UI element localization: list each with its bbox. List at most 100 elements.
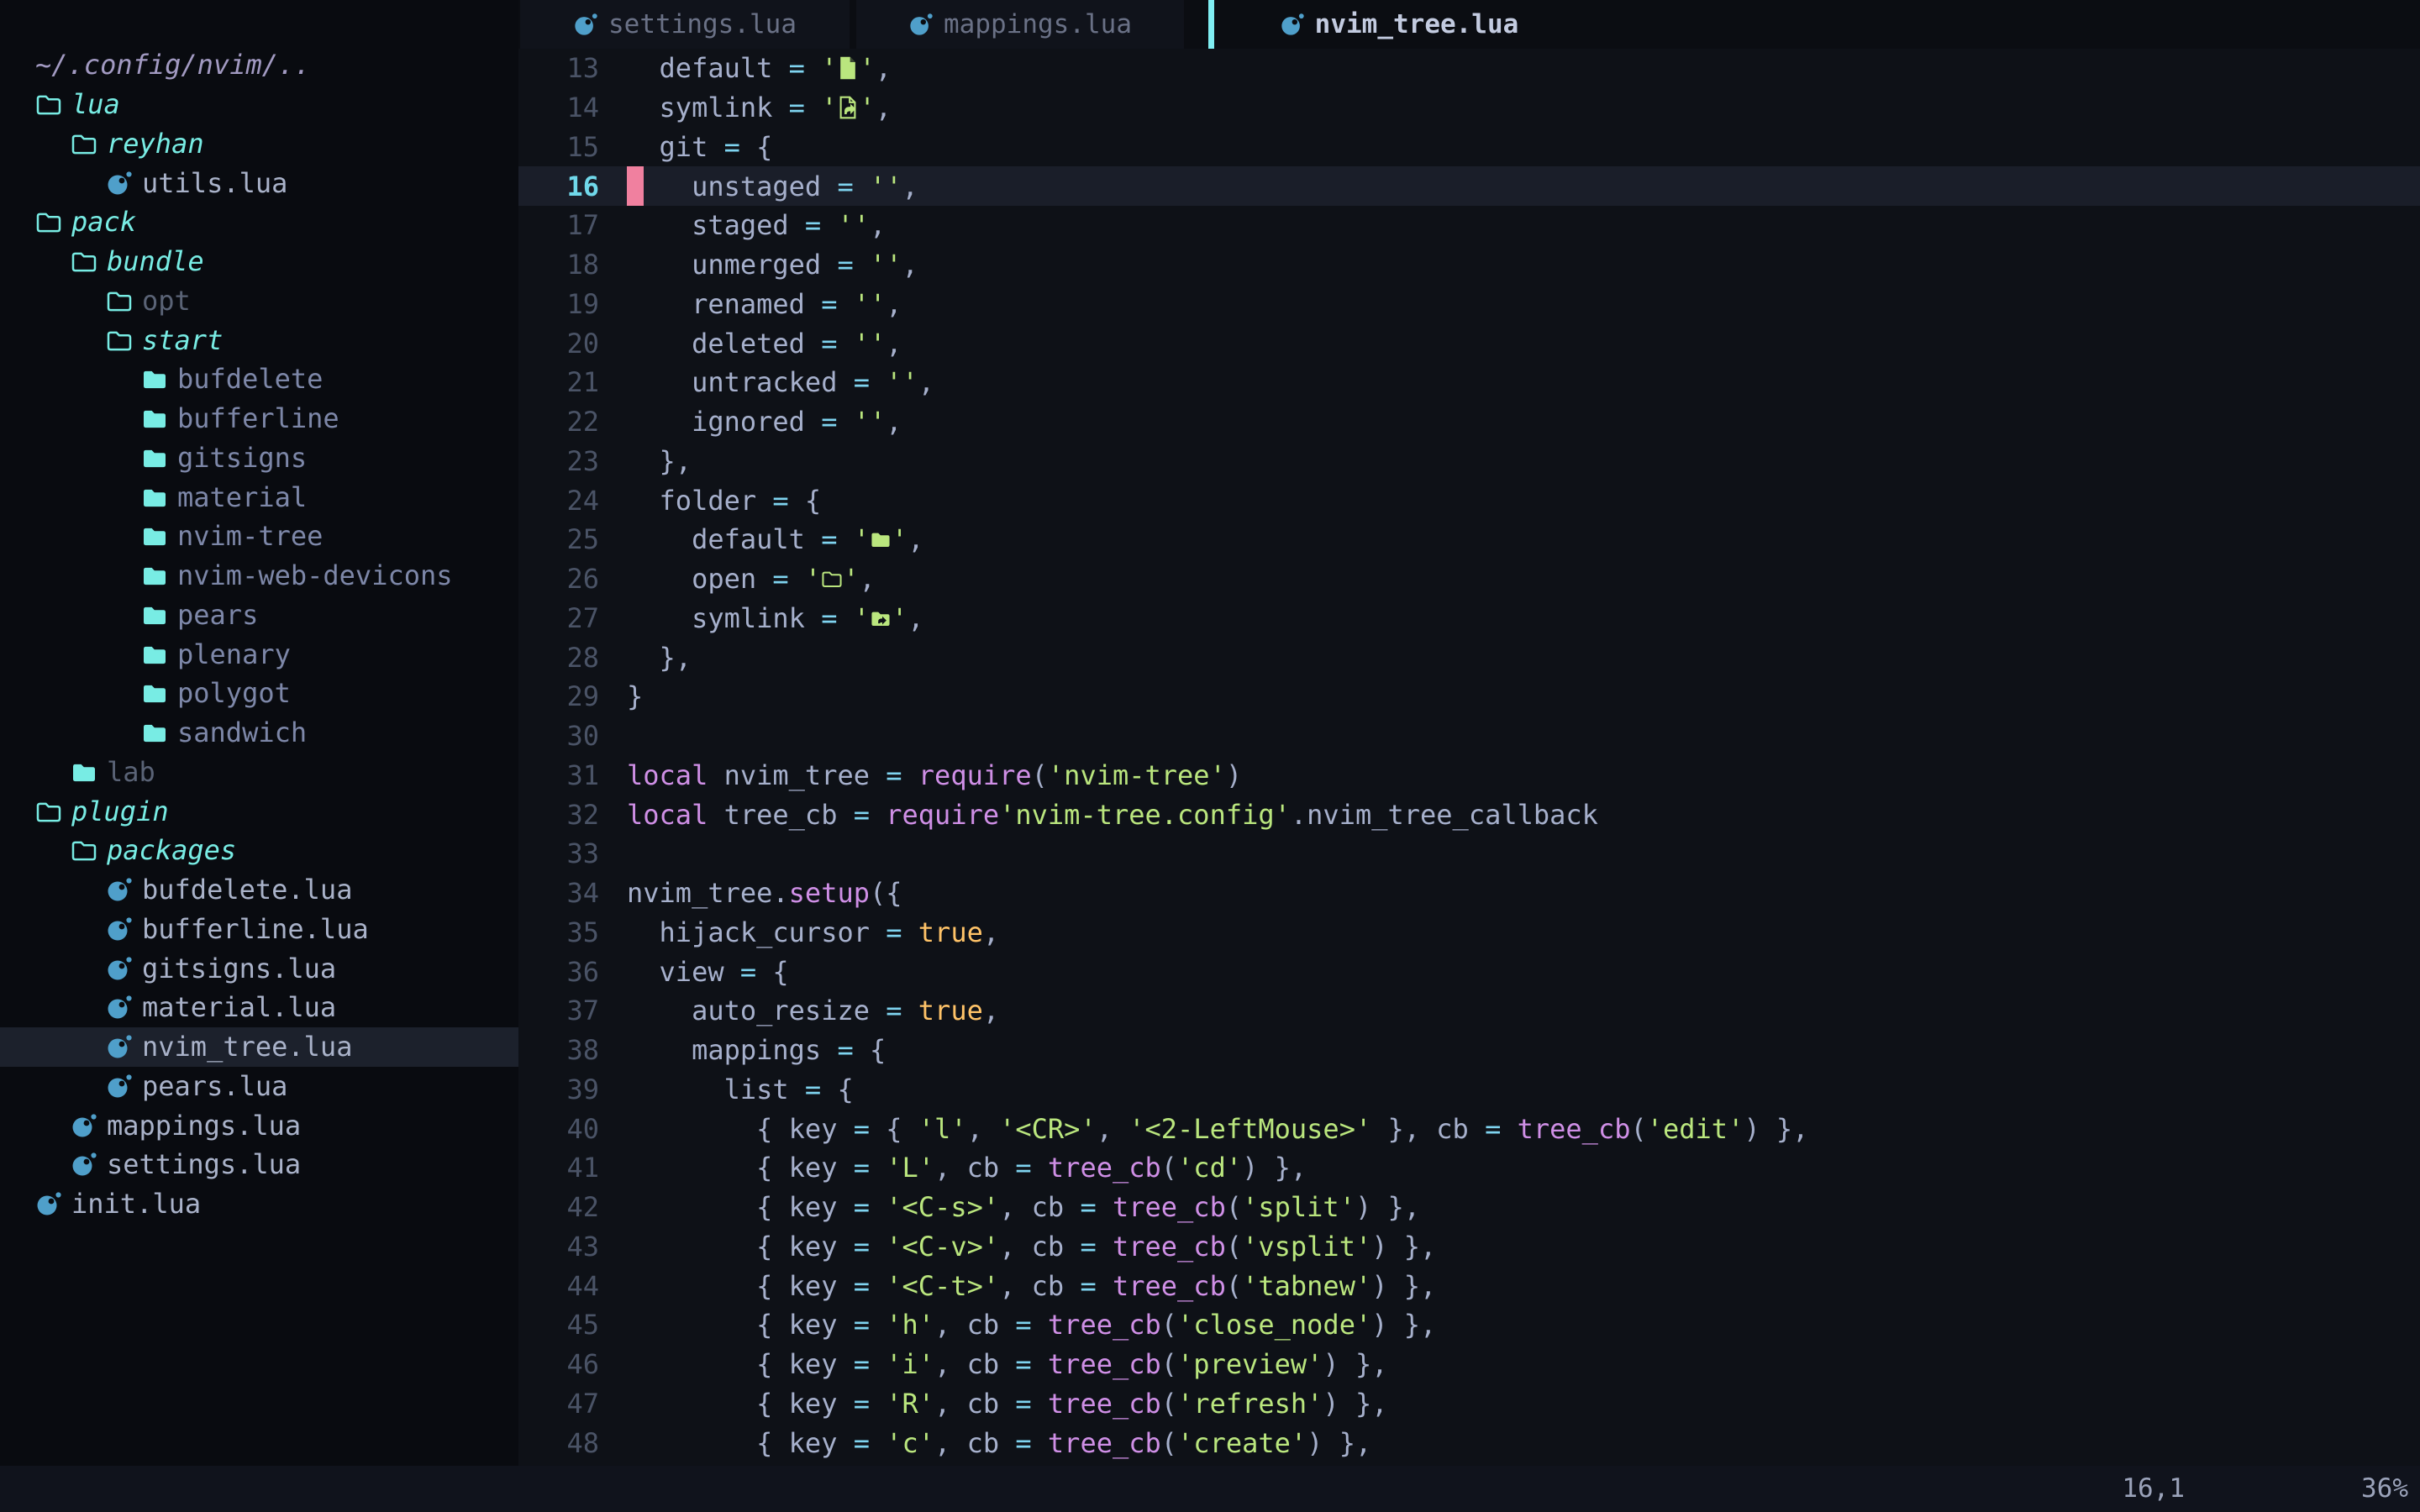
code-line-23[interactable]: 23 }, (518, 442, 2420, 481)
line-text: list = { (627, 1074, 854, 1105)
code-line-28[interactable]: 28 }, (518, 638, 2420, 677)
folder-open-icon (821, 564, 843, 593)
code-line-14[interactable]: 14 symlink = '', (518, 88, 2420, 128)
code-line-32[interactable]: 32local tree_cb = require'nvim-tree.conf… (518, 795, 2420, 834)
folder-icon (870, 525, 892, 554)
lua-icon (106, 916, 133, 942)
tree-item-mappings-lua[interactable]: mappings.lua (0, 1105, 518, 1145)
line-text: { key = 'i', cb = tree_cb('preview') }, (627, 1348, 1387, 1380)
code-line-46[interactable]: 46 { key = 'i', cb = tree_cb('preview') … (518, 1345, 2420, 1384)
editor-pane[interactable]: settings.luamappings.lua nvim_tree.lua 13… (518, 0, 2420, 1466)
tree-item-bufferline[interactable]: bufferline (0, 399, 518, 438)
tree-item-sandwich[interactable]: sandwich (0, 713, 518, 753)
code-line-31[interactable]: 31local nvim_tree = require('nvim-tree') (518, 756, 2420, 795)
code-line-37[interactable]: 37 auto_resize = true, (518, 991, 2420, 1031)
tree-item-opt[interactable]: opt (0, 281, 518, 321)
tree-item-nvim-web-devicons[interactable]: nvim-web-devicons (0, 556, 518, 596)
line-text: symlink = '', (627, 92, 892, 123)
code-line-15[interactable]: 15 git = { (518, 128, 2420, 167)
line-text: deleted = '', (627, 328, 902, 360)
code-line-27[interactable]: 27 symlink = '', (518, 599, 2420, 638)
code-line-36[interactable]: 36 view = { (518, 952, 2420, 991)
code-line-42[interactable]: 42 { key = '<C-s>', cb = tree_cb('split'… (518, 1188, 2420, 1227)
code-line-44[interactable]: 44 { key = '<C-t>', cb = tree_cb('tabnew… (518, 1266, 2420, 1305)
line-text: symlink = '', (627, 602, 924, 634)
tree-item-label: utils.lua (142, 167, 287, 199)
code-line-47[interactable]: 47 { key = 'R', cb = tree_cb('refresh') … (518, 1384, 2420, 1424)
line-number: 48 (518, 1427, 599, 1459)
code-line-35[interactable]: 35 hijack_cursor = true, (518, 913, 2420, 953)
code-line-29[interactable]: 29} (518, 677, 2420, 717)
code-line-17[interactable]: 17 staged = '', (518, 206, 2420, 245)
tree-item-bundle[interactable]: bundle (0, 242, 518, 281)
line-text: mappings = { (627, 1034, 886, 1066)
tree-item-settings-lua[interactable]: settings.lua (0, 1145, 518, 1184)
dir-open-icon (35, 208, 62, 235)
tab-nvim_tree-lua[interactable]: nvim_tree.lua (1214, 0, 1584, 49)
tab-mappings-lua[interactable]: mappings.lua (856, 0, 1184, 49)
code-line-48[interactable]: 48 { key = 'c', cb = tree_cb('create') }… (518, 1423, 2420, 1462)
tree-item-bufdelete-lua[interactable]: bufdelete.lua (0, 870, 518, 910)
code-line-40[interactable]: 40 { key = { 'l', '<CR>', '<2-LeftMouse>… (518, 1109, 2420, 1148)
dir-closed-icon (141, 365, 168, 392)
tree-item-reyhan[interactable]: reyhan (0, 124, 518, 164)
tree-item-pack[interactable]: pack (0, 202, 518, 242)
tree-item-label: material (177, 481, 307, 513)
tree-item-label: nvim_tree.lua (142, 1031, 352, 1063)
code-line-13[interactable]: 13 default = '', (518, 49, 2420, 88)
tree-item-polygot[interactable]: polygot (0, 674, 518, 713)
tree-item-gitsigns-lua[interactable]: gitsigns.lua (0, 948, 518, 988)
tree-item-utils-lua[interactable]: utils.lua (0, 163, 518, 202)
code-line-41[interactable]: 41 { key = 'L', cb = tree_cb('cd') }, (518, 1148, 2420, 1188)
tree-item-packages[interactable]: packages (0, 831, 518, 870)
code-line-16[interactable]: 16 unstaged = '', (518, 166, 2420, 206)
line-number: 15 (518, 131, 599, 163)
code-line-22[interactable]: 22 ignored = '', (518, 402, 2420, 442)
status-bar: 16,1 36% (0, 1466, 2420, 1512)
line-text: auto_resize = true, (627, 995, 999, 1026)
tree-item-bufferline-lua[interactable]: bufferline.lua (0, 910, 518, 949)
tree-item-label: polygot (177, 677, 291, 709)
tree-item-plenary[interactable]: plenary (0, 634, 518, 674)
code-line-21[interactable]: 21 untracked = '', (518, 363, 2420, 402)
tree-item-init-lua[interactable]: init.lua (0, 1184, 518, 1224)
line-number: 27 (518, 602, 599, 634)
code-line-39[interactable]: 39 list = { (518, 1070, 2420, 1110)
tree-root-path[interactable]: ~/.config/nvim/.. (0, 45, 518, 85)
dir-closed-icon (141, 641, 168, 668)
code-line-33[interactable]: 33 (518, 834, 2420, 874)
code-line-45[interactable]: 45 { key = 'h', cb = tree_cb('close_node… (518, 1305, 2420, 1345)
tree-item-lab[interactable]: lab (0, 753, 518, 792)
code-line-38[interactable]: 38 mappings = { (518, 1031, 2420, 1070)
lua-icon (71, 1151, 97, 1178)
scroll-percentage: 36% (2361, 1466, 2408, 1512)
tree-item-material-lua[interactable]: material.lua (0, 988, 518, 1027)
code-area[interactable]: 13 default = '',14 symlink = '',15 git =… (518, 49, 2420, 1462)
code-line-25[interactable]: 25 default = '', (518, 520, 2420, 559)
line-text: nvim_tree.setup({ (627, 877, 902, 909)
tree-item-nvim-tree[interactable]: nvim-tree (0, 517, 518, 556)
code-line-30[interactable]: 30 (518, 717, 2420, 756)
code-line-18[interactable]: 18 unmerged = '', (518, 245, 2420, 285)
lua-icon (1280, 12, 1305, 37)
code-line-24[interactable]: 24 folder = { (518, 480, 2420, 520)
tree-item-lua[interactable]: lua (0, 85, 518, 124)
code-line-34[interactable]: 34nvim_tree.setup({ (518, 874, 2420, 913)
tree-item-pears-lua[interactable]: pears.lua (0, 1067, 518, 1106)
tree-item-gitsigns[interactable]: gitsigns (0, 438, 518, 478)
tree-item-nvim_tree-lua[interactable]: nvim_tree.lua (0, 1027, 518, 1067)
tab-settings-lua[interactable]: settings.lua (520, 0, 850, 49)
tree-item-bufdelete[interactable]: bufdelete (0, 360, 518, 399)
line-number: 20 (518, 328, 599, 360)
code-line-26[interactable]: 26 open = '', (518, 559, 2420, 599)
lua-icon (71, 1112, 97, 1139)
tree-item-start[interactable]: start (0, 320, 518, 360)
line-number: 22 (518, 406, 599, 438)
code-line-20[interactable]: 20 deleted = '', (518, 323, 2420, 363)
tree-item-material[interactable]: material (0, 477, 518, 517)
lua-icon (106, 1073, 133, 1100)
code-line-43[interactable]: 43 { key = '<C-v>', cb = tree_cb('vsplit… (518, 1227, 2420, 1267)
tree-item-pears[interactable]: pears (0, 596, 518, 635)
tree-item-plugin[interactable]: plugin (0, 791, 518, 831)
code-line-19[interactable]: 19 renamed = '', (518, 285, 2420, 324)
